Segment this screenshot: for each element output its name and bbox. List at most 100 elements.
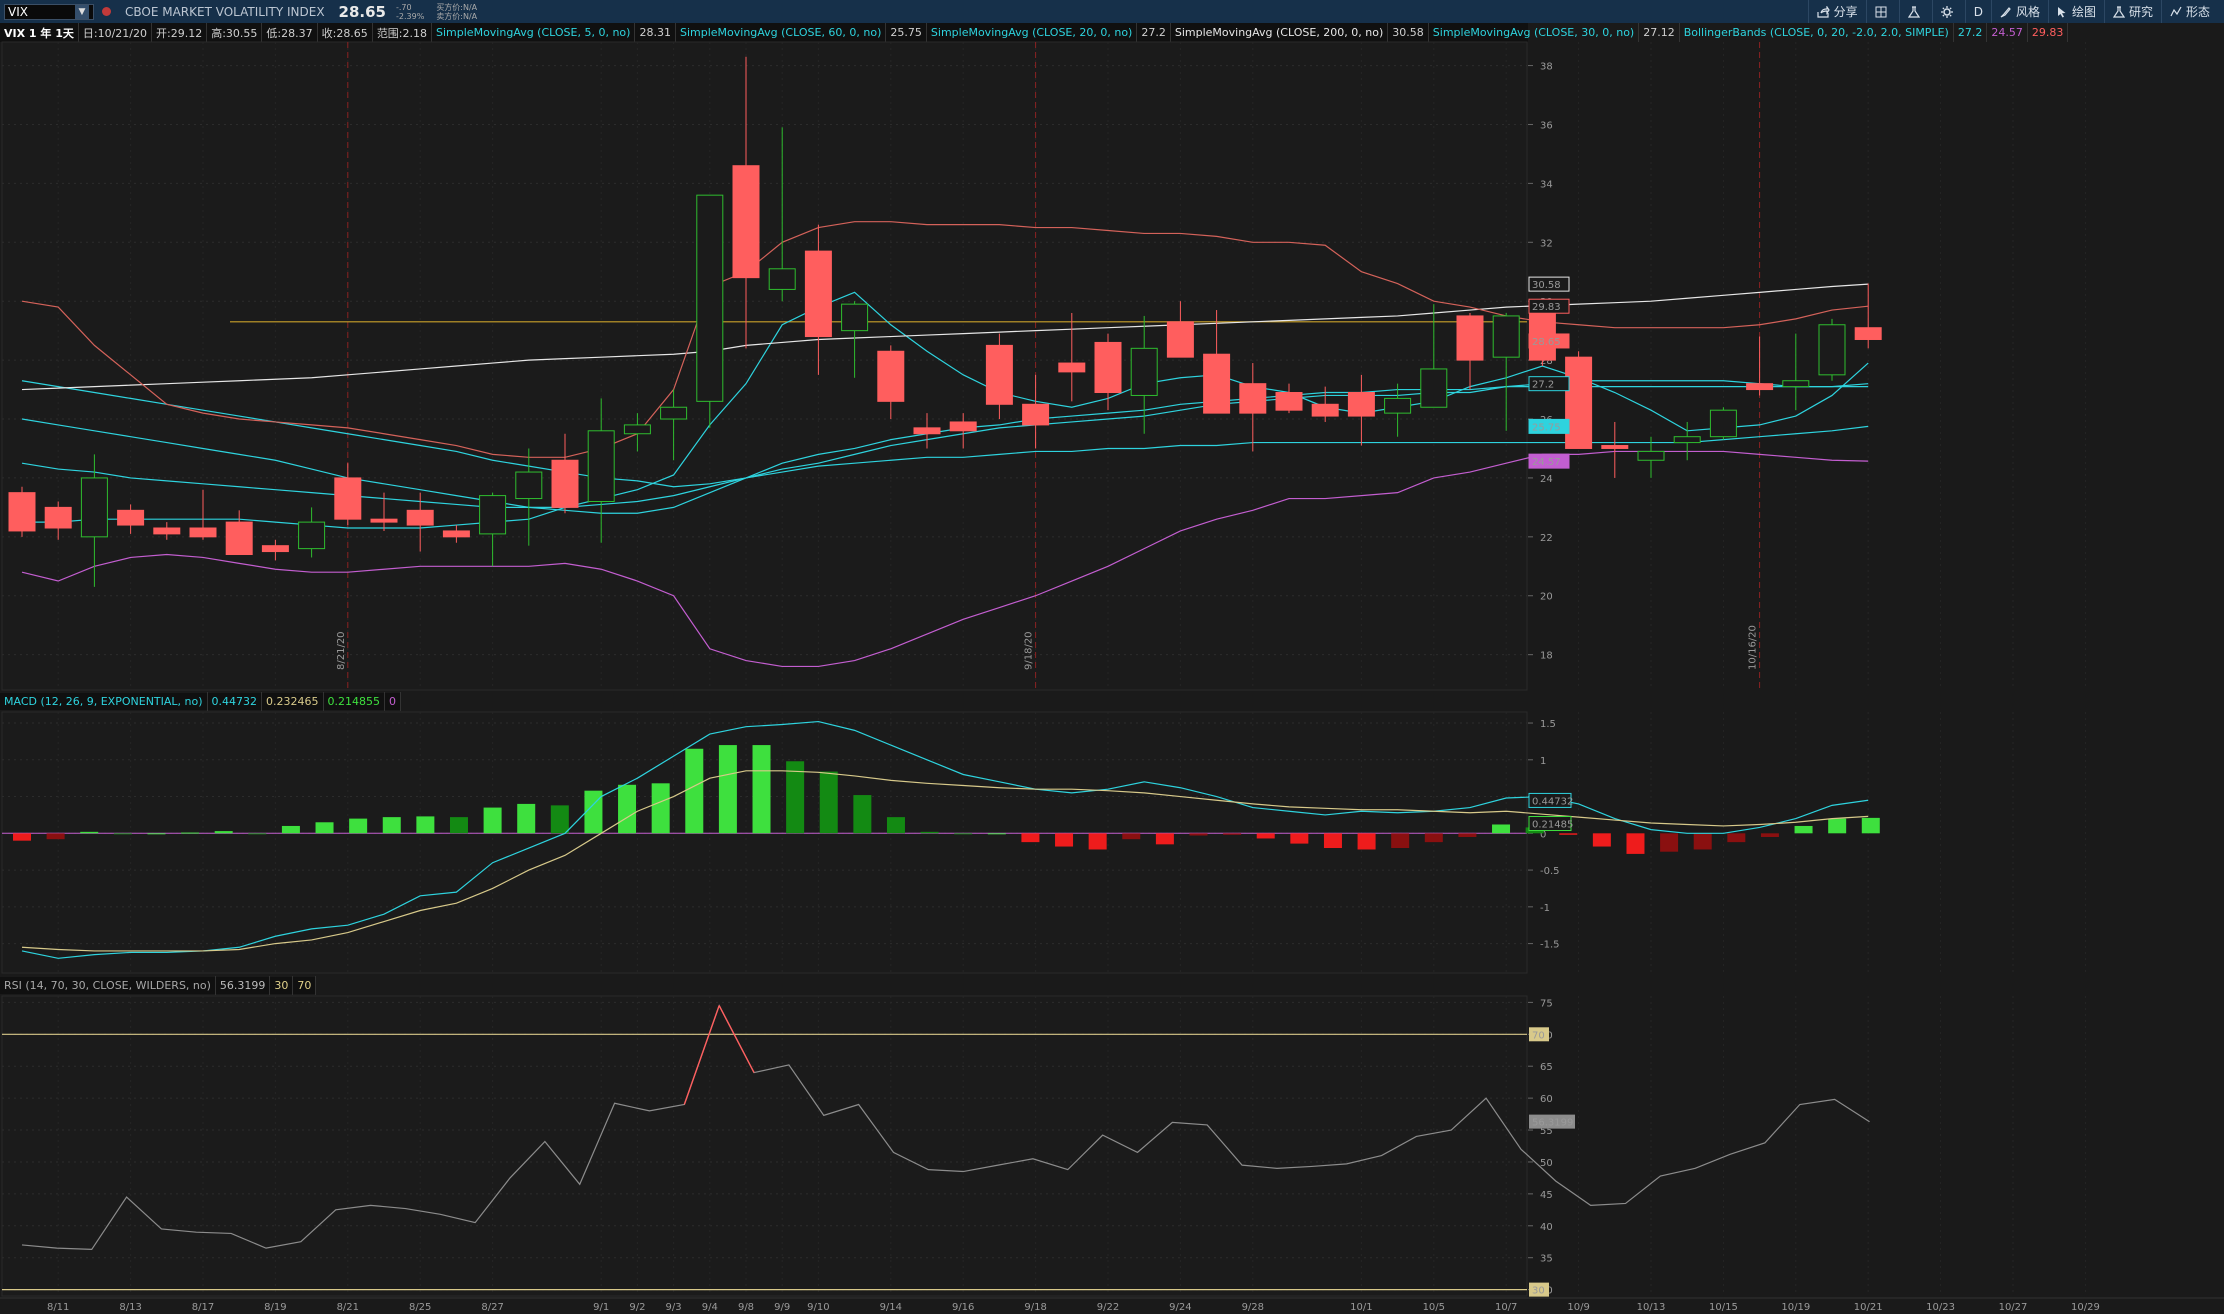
macd-histogram-bar [752,745,771,834]
event-marker-label: 8/21/20 [336,631,347,670]
x-tick-label: 9/2 [629,1302,645,1313]
macd-histogram-bar [550,805,569,834]
candle-body [1094,341,1122,394]
x-tick-label: 10/5 [1423,1302,1445,1313]
rsi-label[interactable]: RSI (14, 70, 30, CLOSE, WILDERS, no) [0,976,216,995]
macd-histogram-bar [80,831,99,834]
price-marker-label: 29.83 [1532,302,1561,313]
macd-histogram-bar [13,833,31,841]
rsi-axis-tick-label: 40 [1540,1222,1553,1233]
price-axis-tick-label: 20 [1540,592,1553,603]
rsi-axis-tick-label: 50 [1540,1158,1553,1169]
rsi-header: RSI (14, 70, 30, CLOSE, WILDERS, no) 56.… [0,976,317,995]
right-axis-area [1528,42,2224,1314]
x-tick-label: 10/21 [1854,1302,1883,1313]
macd-diff-value: 0.214855 [324,692,386,711]
x-tick-label: 9/24 [1169,1302,1191,1313]
price-axis-tick-label: 24 [1540,474,1553,485]
price-axis-tick-label: 22 [1540,533,1553,544]
x-tick-label: 10/23 [1926,1302,1955,1313]
x-tick-label: 8/19 [264,1302,286,1313]
macd-value: 0.44732 [208,692,263,711]
macd-zero-value: 0 [385,692,402,711]
rsi-axis-tick-label: 65 [1540,1062,1553,1073]
price-axis-tick-label: 18 [1540,651,1553,662]
macd-histogram-bar [517,803,536,834]
macd-histogram-bar [1088,833,1107,850]
macd-histogram-bar [113,833,132,835]
candle-body [261,545,289,553]
x-tick-label: 10/9 [1567,1302,1589,1313]
macd-histogram-bar [1861,817,1880,834]
candle-body [8,492,36,532]
macd-histogram-bar [584,790,603,834]
price-panel [1,41,1528,691]
macd-histogram-bar [181,832,200,834]
macd-histogram-bar [685,748,704,834]
candle-body [1022,403,1050,426]
candle-body [913,427,941,435]
macd-label[interactable]: MACD (12, 26, 9, EXPONENTIAL, no) [0,692,208,711]
macd-histogram-bar [1727,833,1746,843]
macd-histogram-bar [1458,833,1477,837]
candle-body [877,350,905,402]
macd-histogram-bar [1155,833,1174,845]
macd-histogram-bar [147,833,166,835]
price-marker-label: 28.65 [1532,337,1561,348]
candle-body [153,527,181,535]
macd-axis-tick-label: 1.5 [1540,719,1556,730]
macd-histogram-bar [382,817,401,834]
macd-histogram-bar [1794,825,1813,834]
x-tick-label: 8/13 [119,1302,141,1313]
macd-axis-tick-label: -1.5 [1540,940,1560,951]
candle-body [623,424,651,435]
macd-histogram-bar [483,807,502,834]
x-tick-label: 9/1 [593,1302,609,1313]
rsi-axis-tick-label: 35 [1540,1254,1553,1265]
macd-histogram-bar [886,817,905,834]
rsi-axis-tick-label: 75 [1540,998,1553,1009]
candle-body [1746,383,1774,391]
rsi-value: 56.3199 [216,976,271,995]
x-tick-label: 9/14 [880,1302,902,1313]
macd-histogram-bar [1592,833,1611,847]
candle-body [117,509,145,526]
macd-histogram-bar [315,822,334,834]
candle-body [1311,403,1339,417]
macd-histogram-bar [1693,833,1712,850]
macd-histogram-bar [1055,833,1074,847]
chart-canvas[interactable]: 1820222426283032343638-1.5-1-0.500.511.5… [0,0,2224,1314]
macd-histogram-bar [618,784,637,834]
macd-histogram-bar [1424,833,1443,843]
candle-body [985,344,1013,405]
candle-body [732,165,760,279]
x-tick-label: 9/9 [774,1302,790,1313]
macd-histogram-bar [1559,833,1578,835]
x-tick-label: 9/28 [1242,1302,1264,1313]
rsi-oversold-value: 30 [270,976,294,995]
candle-body [1601,445,1629,449]
macd-histogram-bar [1492,824,1511,834]
x-tick-label: 10/7 [1495,1302,1517,1313]
rsi-marker-label: 56.3199 [1532,1118,1573,1129]
x-tick-label: 8/11 [47,1302,69,1313]
macd-histogram-bar [46,833,65,840]
candle-body [1565,356,1593,449]
candle-body [804,250,832,338]
candle-body [660,406,688,420]
event-marker-label: 10/16/20 [1748,625,1759,670]
macd-axis-tick-label: -0.5 [1540,866,1560,877]
x-tick-label: 9/8 [738,1302,754,1313]
candle-body [334,477,362,520]
candle-body [949,421,977,432]
macd-histogram-bar [449,817,468,834]
x-tick-label: 9/22 [1097,1302,1119,1313]
rsi-overbought-value: 70 [293,976,317,995]
candle-body [515,471,543,500]
candle-body [1130,347,1158,396]
x-tick-label: 10/1 [1350,1302,1372,1313]
macd-histogram-bar [281,825,300,834]
macd-histogram-bar [987,833,1006,835]
macd-histogram-bar [1660,833,1679,852]
rsi-marker-label: 30 [1532,1286,1545,1297]
